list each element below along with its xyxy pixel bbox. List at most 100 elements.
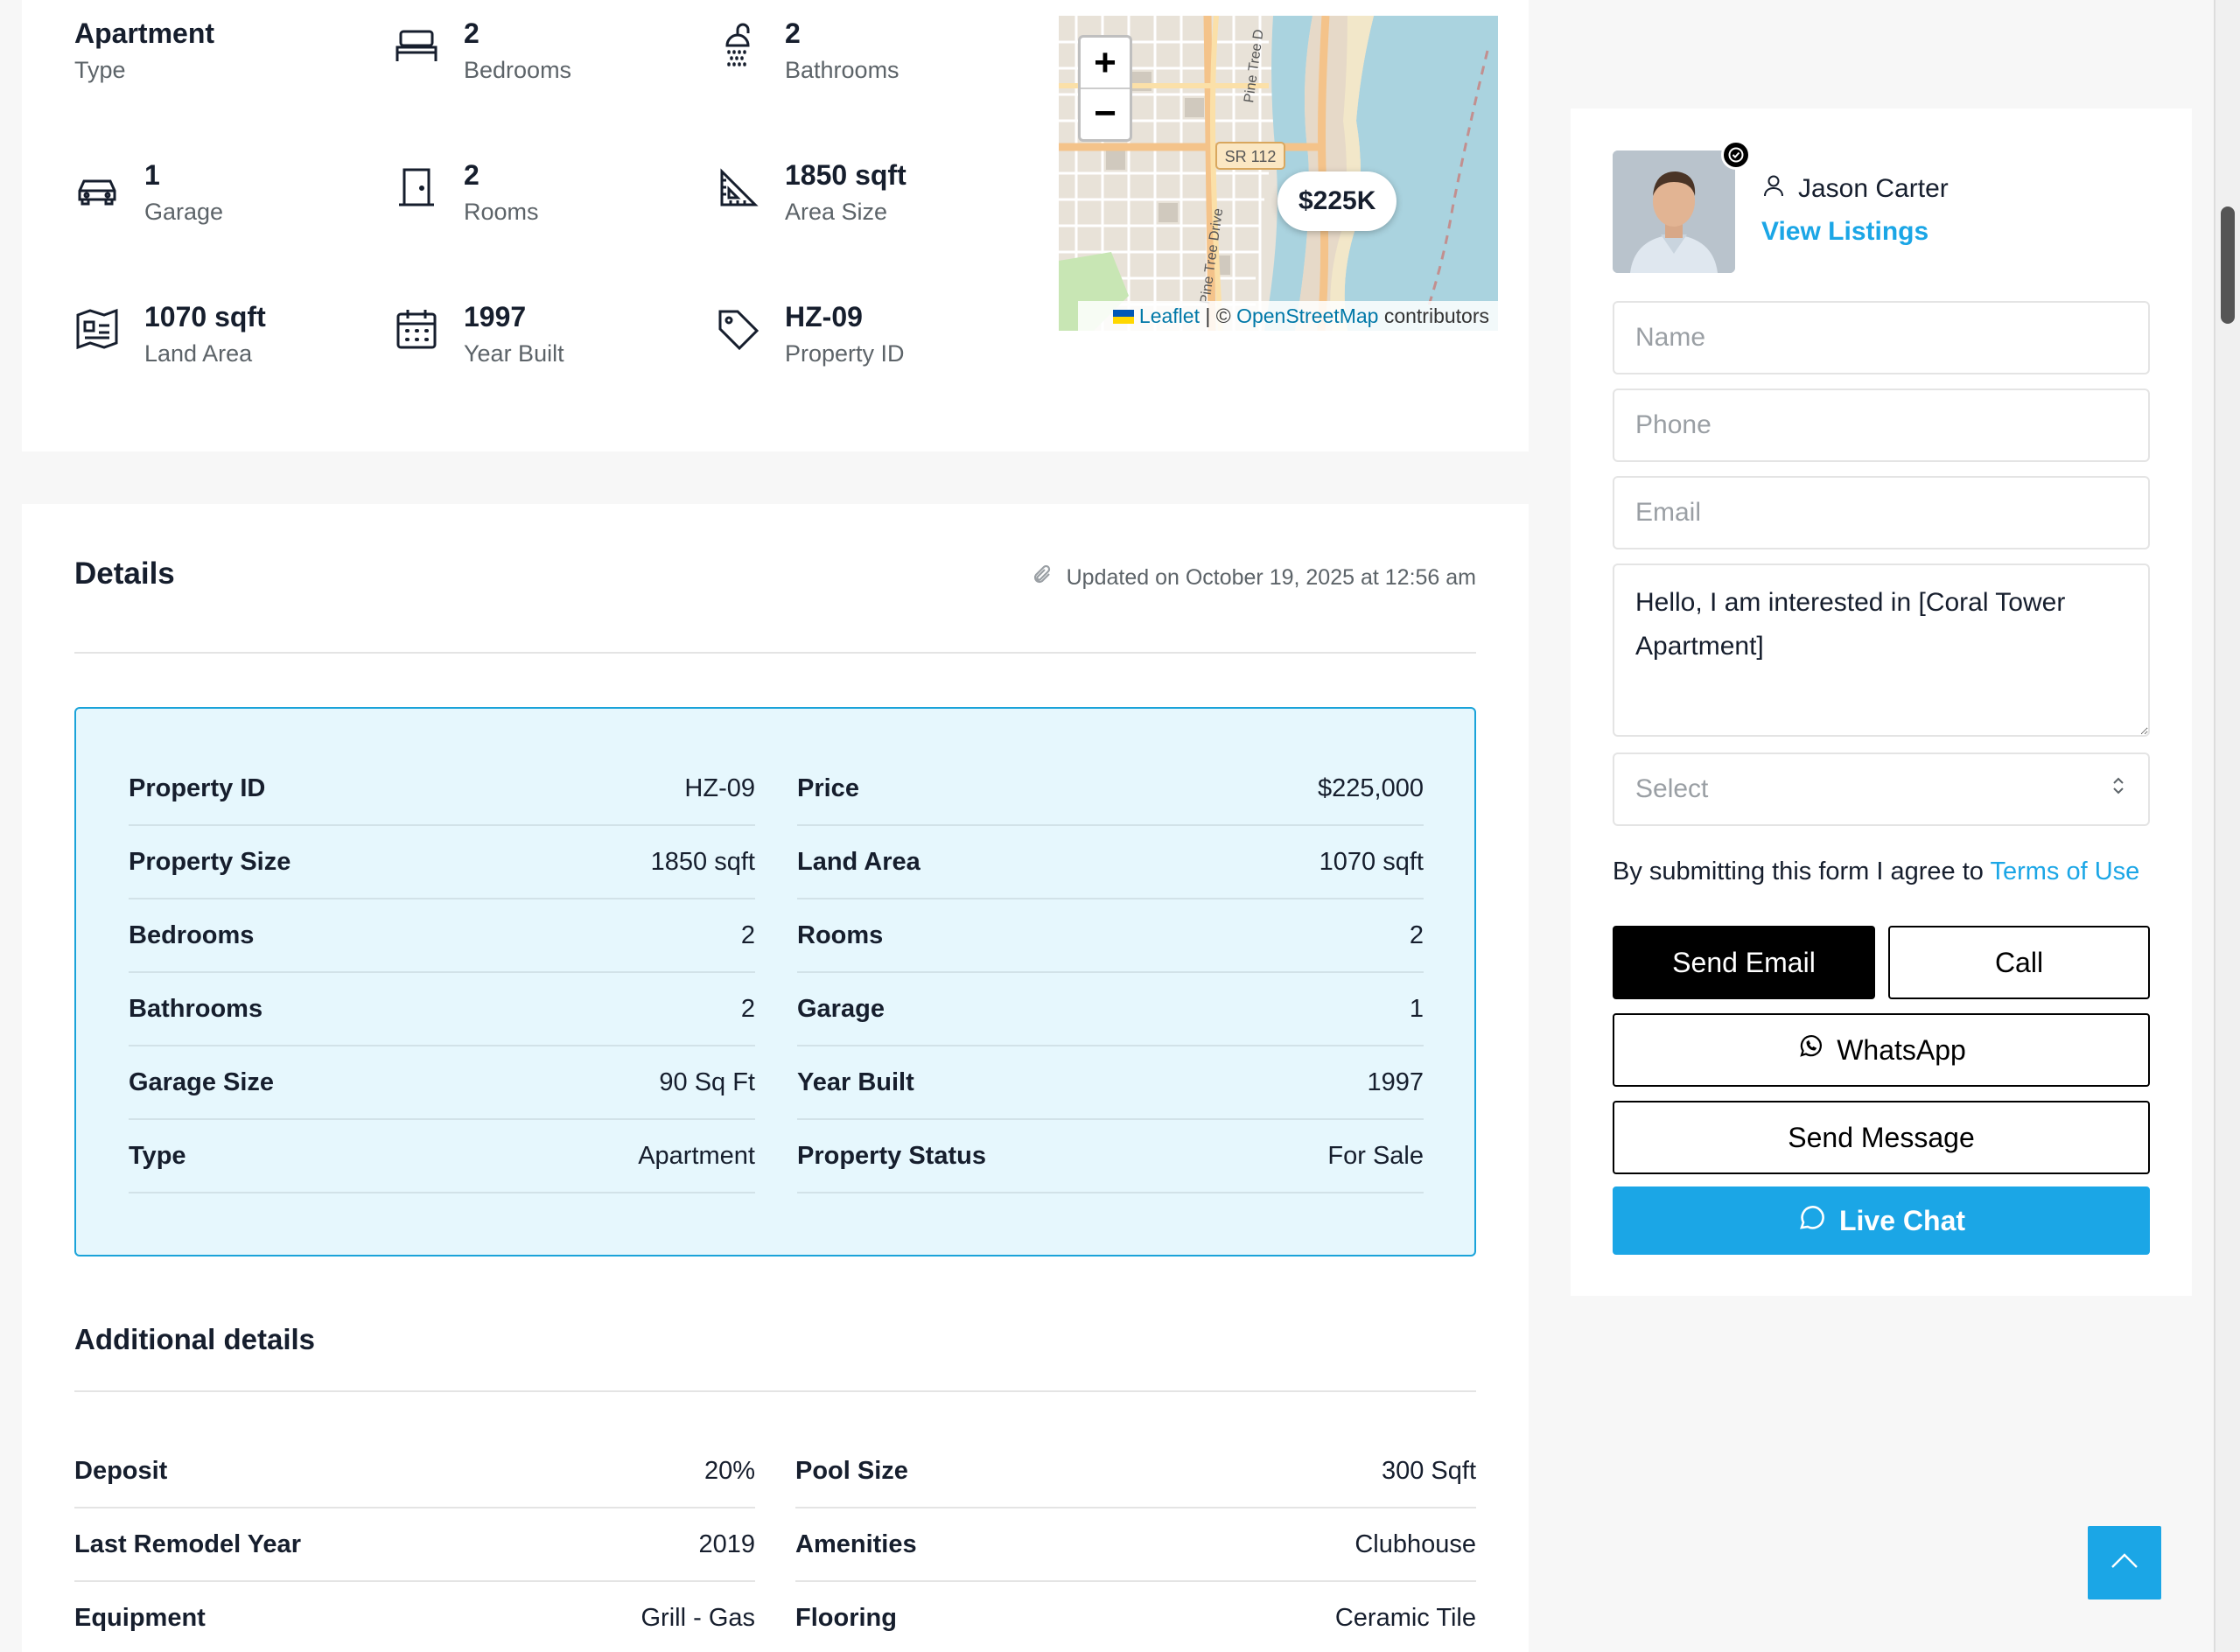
details-value: Apartment: [638, 1141, 755, 1170]
additional-row: Deposit 20%: [74, 1435, 755, 1508]
overview-value: 1850 sqft: [785, 159, 906, 191]
overview-year-built: 1997 Year Built: [394, 299, 709, 378]
overview-value: 2: [464, 159, 480, 191]
details-value: 1070 sqft: [1319, 847, 1424, 876]
chevron-updown-icon: [2110, 774, 2127, 804]
details-key: Year Built: [797, 1068, 914, 1096]
leaflet-link[interactable]: Leaflet: [1139, 304, 1200, 327]
updated-info: Updated on October 19, 2025 at 12:56 am: [1032, 564, 1476, 592]
overview-label: Type: [74, 57, 126, 83]
view-listings-link[interactable]: View Listings: [1761, 217, 1928, 247]
scrollbar-thumb[interactable]: [2221, 206, 2235, 324]
details-key: Rooms: [797, 920, 884, 949]
details-row: Property Status For Sale: [797, 1120, 1424, 1194]
land-map-icon: [74, 306, 120, 352]
live-chat-button[interactable]: Live Chat: [1613, 1186, 2150, 1255]
additional-key: Amenities: [795, 1530, 917, 1558]
additional-row: Pool Size 300 Sqft: [795, 1435, 1476, 1508]
overview-label: Year Built: [464, 340, 564, 367]
overview-label: Garage: [144, 199, 224, 225]
details-value: 90 Sq Ft: [659, 1068, 755, 1096]
send-message-button[interactable]: Send Message: [1613, 1101, 2150, 1174]
additional-divider: [74, 1390, 1476, 1392]
overview-value: 2: [785, 18, 801, 49]
agent-name-row: Jason Carter: [1761, 173, 1949, 205]
inquiry-select[interactable]: Select: [1613, 752, 2150, 826]
additional-value: Grill - Gas: [640, 1603, 756, 1632]
scroll-to-top-button[interactable]: [2088, 1526, 2161, 1600]
terms-prefix: By submitting this form I agree to: [1613, 858, 1984, 886]
details-row: Property Size 1850 sqft: [129, 826, 755, 900]
zoom-controls: + −: [1078, 35, 1132, 142]
chat-bubble-icon: [1797, 1202, 1827, 1239]
email-input[interactable]: [1613, 476, 2150, 550]
overview-label: Bathrooms: [785, 57, 900, 83]
additional-row: Equipment Grill - Gas: [74, 1582, 755, 1652]
details-row: Bedrooms 2: [129, 900, 755, 973]
details-value: 2: [740, 920, 755, 949]
overview-label: Bedrooms: [464, 57, 572, 83]
send-message-label: Send Message: [1788, 1121, 1975, 1153]
details-row: Rooms 2: [797, 900, 1424, 973]
details-value: $225,000: [1318, 774, 1424, 802]
overview-rooms: 2 Rooms: [394, 158, 709, 236]
details-table: Property ID HZ-09 Property Size 1850 sqft …: [74, 707, 1476, 1256]
zoom-in-button[interactable]: +: [1081, 38, 1130, 88]
overview-value: 1: [144, 159, 160, 191]
additional-value: 2019: [698, 1530, 755, 1558]
map-price-marker[interactable]: $225K: [1278, 172, 1397, 231]
contact-agent-card: Jason Carter View Listings Select By sub…: [1571, 108, 2192, 1296]
details-value: 2: [740, 994, 755, 1023]
name-input[interactable]: [1613, 301, 2150, 374]
whatsapp-icon: [1796, 1032, 1824, 1068]
additional-key: Flooring: [795, 1603, 897, 1632]
terms-of-use-link[interactable]: Terms of Use: [1990, 858, 2139, 886]
send-email-button[interactable]: Send Email: [1613, 926, 1875, 999]
overview-label: Property ID: [785, 340, 905, 367]
user-icon: [1761, 173, 1786, 205]
overview-bathrooms: 2 Bathrooms: [715, 16, 1030, 94]
whatsapp-button[interactable]: WhatsApp: [1613, 1013, 2150, 1087]
ukraine-flag-icon: [1112, 310, 1134, 324]
additional-key: Pool Size: [795, 1456, 908, 1485]
property-map[interactable]: SR 112 Pine Tree Drive Pine Tree D + − $…: [1059, 16, 1498, 331]
details-row: Land Area 1070 sqft: [797, 826, 1424, 900]
overview-area-size: 1850 sqft Area Size: [715, 158, 1030, 236]
details-row: Bathrooms 2: [129, 973, 755, 1046]
agent-avatar[interactable]: [1613, 150, 1735, 273]
details-row: Year Built 1997: [797, 1046, 1424, 1120]
overview-value: Apartment: [74, 18, 215, 49]
car-icon: [74, 164, 120, 210]
attribution-tail: contributors: [1383, 304, 1489, 327]
details-key: Type: [129, 1141, 186, 1170]
overview-label: Rooms: [464, 199, 539, 225]
page-scrollbar[interactable]: [2214, 0, 2240, 1652]
details-divider: [74, 652, 1476, 654]
tag-icon: [715, 306, 760, 352]
message-textarea[interactable]: [1613, 564, 2150, 737]
openstreetmap-link[interactable]: OpenStreetMap: [1236, 304, 1378, 327]
details-row: Garage 1: [797, 973, 1424, 1046]
details-key: Land Area: [797, 847, 920, 876]
additional-value: Ceramic Tile: [1334, 1603, 1476, 1632]
details-key: Bedrooms: [129, 920, 255, 949]
zoom-out-button[interactable]: −: [1081, 88, 1130, 137]
overview-value: 2: [464, 18, 480, 49]
additional-key: Deposit: [74, 1456, 168, 1485]
details-key: Price: [797, 774, 859, 802]
call-button[interactable]: Call: [1888, 926, 2150, 999]
calendar-icon: [394, 306, 439, 352]
overview-value: HZ-09: [785, 301, 863, 332]
select-value: Select: [1635, 774, 1709, 803]
additional-key: Equipment: [74, 1603, 206, 1632]
live-chat-label: Live Chat: [1838, 1204, 1966, 1236]
agent-name: Jason Carter: [1798, 174, 1949, 203]
details-value: For Sale: [1327, 1141, 1424, 1170]
phone-input[interactable]: [1613, 388, 2150, 462]
overview-type: Apartment Type: [74, 16, 389, 94]
send-email-label: Send Email: [1672, 946, 1816, 978]
attribution-separator: | ©: [1205, 304, 1231, 327]
details-row: Type Apartment: [129, 1120, 755, 1194]
overview-label: Area Size: [785, 199, 888, 225]
shower-icon: [715, 23, 760, 68]
